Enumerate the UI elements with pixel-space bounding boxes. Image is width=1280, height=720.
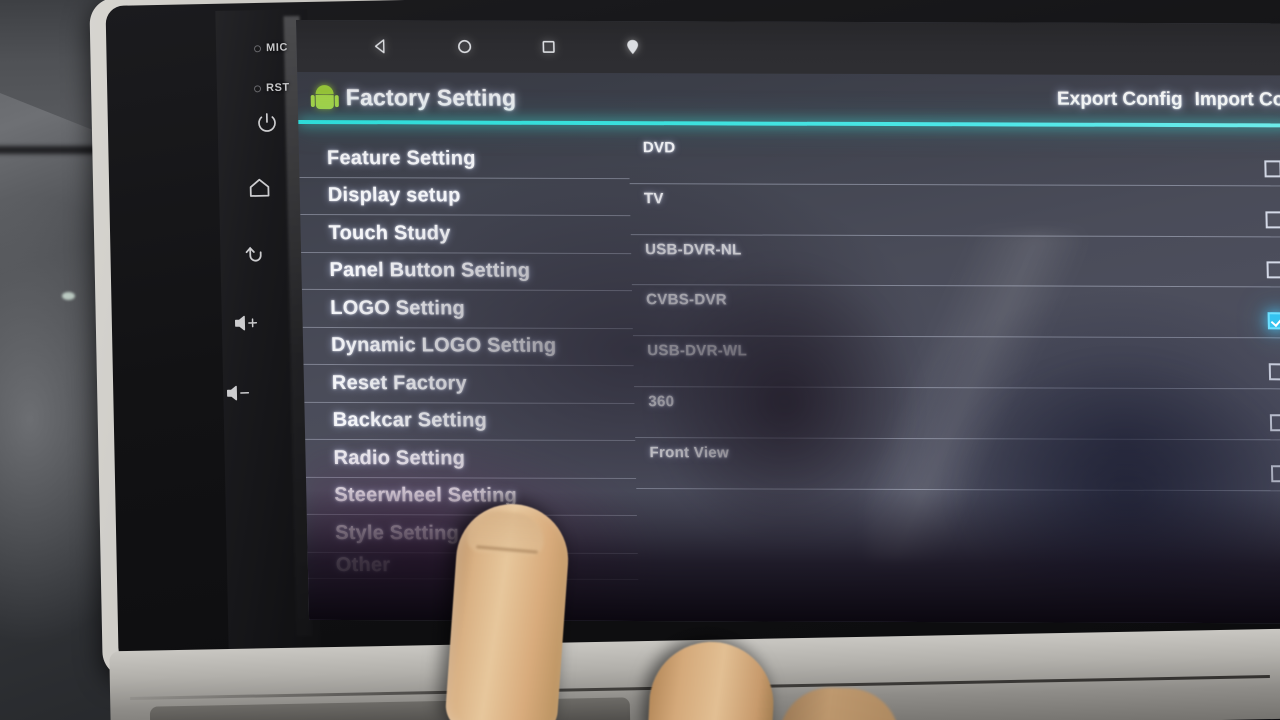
screenshot-stage: MIC RST Factory Setting Export Config Im… bbox=[0, 0, 1280, 720]
option-checkbox[interactable] bbox=[1267, 312, 1280, 330]
rst-label: RST bbox=[265, 81, 290, 95]
volume-up-key[interactable] bbox=[230, 306, 265, 341]
sidebar-item-radio-setting[interactable]: Radio Setting bbox=[305, 439, 637, 479]
option-row[interactable]: 360 bbox=[634, 387, 1280, 441]
sidebar-item-feature-setting[interactable]: Feature Setting bbox=[298, 139, 630, 179]
home-icon bbox=[246, 174, 272, 200]
option-label: TV bbox=[643, 189, 664, 208]
option-label: 360 bbox=[648, 393, 675, 411]
sidebar-item-touch-study[interactable]: Touch Study bbox=[300, 214, 632, 254]
menu-item-label: Steerwheel Setting bbox=[334, 484, 518, 507]
option-row[interactable]: TV bbox=[629, 183, 1280, 238]
android-navigation-bar bbox=[296, 20, 1280, 76]
rst-label-group: RST bbox=[253, 81, 290, 95]
power-key[interactable] bbox=[250, 106, 285, 141]
sidebar-item-panel-button-setting[interactable]: Panel Button Setting bbox=[301, 252, 632, 292]
option-label: USB-DVR-NL bbox=[644, 240, 742, 259]
option-row[interactable]: CVBS-DVR bbox=[631, 285, 1280, 339]
menu-item-label: Backcar Setting bbox=[332, 409, 488, 432]
touchscreen-display[interactable]: Factory Setting Export Config Import Con… bbox=[296, 20, 1280, 624]
option-label: Front View bbox=[649, 443, 730, 462]
title-bar-actions: Export Config Import Con bbox=[1057, 89, 1280, 112]
option-checkbox[interactable] bbox=[1264, 160, 1280, 178]
options-list: DVD TV USB-DVR-NL CVBS-DVR USB-DVR-WL 36… bbox=[628, 129, 1280, 623]
back-arrow-icon bbox=[242, 242, 268, 268]
location-pin-icon bbox=[625, 39, 639, 55]
option-label: DVD bbox=[642, 139, 676, 157]
menu-item-label: Touch Study bbox=[328, 221, 451, 245]
sidebar-item-display-setup[interactable]: Display setup bbox=[299, 177, 631, 217]
nav-pin-button[interactable] bbox=[600, 21, 665, 73]
volume-down-icon bbox=[225, 383, 253, 404]
option-checkbox[interactable] bbox=[1268, 363, 1280, 381]
volume-down-key[interactable] bbox=[222, 376, 257, 411]
option-checkbox[interactable] bbox=[1265, 210, 1280, 228]
menu-item-label: Other bbox=[335, 553, 391, 576]
page-title: Factory Setting bbox=[345, 83, 517, 111]
option-row[interactable]: USB-DVR-NL bbox=[630, 234, 1280, 288]
option-checkbox[interactable] bbox=[1269, 414, 1280, 432]
option-row[interactable]: DVD bbox=[628, 133, 1280, 187]
menu-item-label: Display setup bbox=[327, 184, 461, 207]
sidebar-item-backcar-setting[interactable]: Backcar Setting bbox=[304, 402, 636, 442]
option-label: USB-DVR-WL bbox=[647, 342, 748, 360]
mic-hole-icon bbox=[253, 44, 262, 52]
mic-label-group: MIC bbox=[253, 41, 289, 55]
menu-item-label: Radio Setting bbox=[333, 446, 466, 470]
power-icon bbox=[255, 111, 280, 136]
export-config-button[interactable]: Export Config bbox=[1057, 89, 1183, 111]
rst-hole-icon bbox=[253, 84, 262, 92]
nav-home-button[interactable] bbox=[432, 20, 497, 72]
sidebar-item-logo-setting[interactable]: LOGO Setting bbox=[301, 289, 633, 329]
menu-item-label: Feature Setting bbox=[326, 146, 476, 170]
volume-up-icon bbox=[233, 313, 261, 334]
mic-label: MIC bbox=[265, 41, 289, 55]
triangle-back-icon bbox=[371, 37, 389, 55]
circle-home-icon bbox=[455, 38, 473, 56]
nav-recents-button[interactable] bbox=[516, 21, 581, 73]
option-row[interactable]: Front View bbox=[635, 437, 1280, 491]
option-checkbox[interactable] bbox=[1270, 464, 1280, 482]
sidebar-item-steerwheel-setting[interactable]: Steerwheel Setting bbox=[305, 477, 637, 517]
back-key[interactable] bbox=[238, 238, 273, 273]
settings-content: Feature Setting Display setup Touch Stud… bbox=[298, 128, 1280, 623]
app-title-bar: Factory Setting Export Config Import Con bbox=[297, 72, 1280, 125]
nav-back-button[interactable] bbox=[348, 20, 413, 72]
sidebar-item-dynamic-logo-setting[interactable]: Dynamic LOGO Setting bbox=[302, 327, 634, 367]
menu-item-label: Panel Button Setting bbox=[329, 259, 531, 282]
dashboard-speck bbox=[62, 292, 75, 300]
option-label: CVBS-DVR bbox=[646, 291, 728, 309]
import-config-button[interactable]: Import Con bbox=[1194, 89, 1280, 111]
menu-item-label: Dynamic LOGO Setting bbox=[330, 334, 557, 358]
square-recents-icon bbox=[539, 38, 557, 56]
menu-item-label: LOGO Setting bbox=[330, 296, 466, 320]
menu-item-label: Reset Factory bbox=[331, 371, 468, 395]
menu-item-label: Style Setting bbox=[334, 521, 460, 545]
android-robot-icon bbox=[310, 85, 339, 110]
home-key[interactable] bbox=[242, 170, 277, 205]
option-checkbox[interactable] bbox=[1266, 261, 1280, 279]
option-row[interactable]: USB-DVR-WL bbox=[632, 336, 1280, 390]
sidebar-item-reset-factory[interactable]: Reset Factory bbox=[303, 364, 635, 404]
